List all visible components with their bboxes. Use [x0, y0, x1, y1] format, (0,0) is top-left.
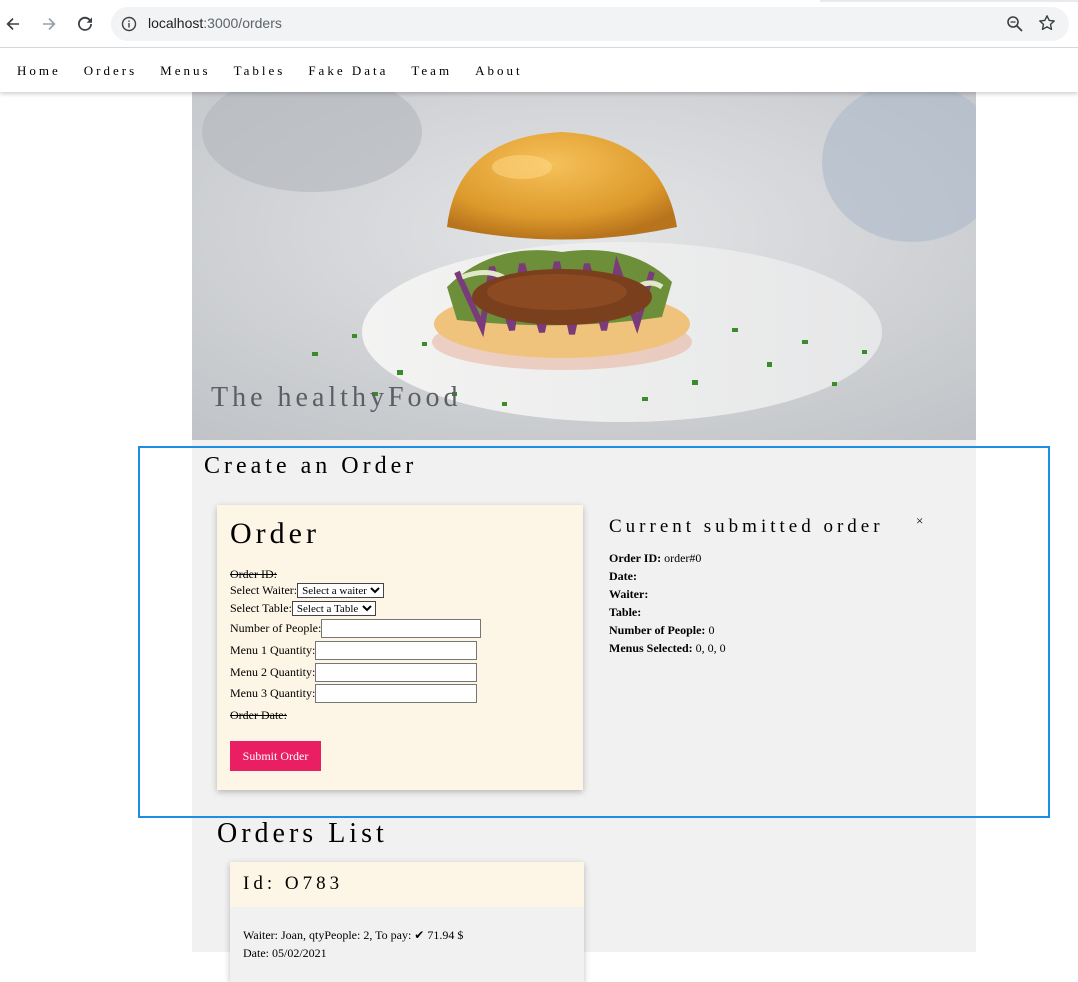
nav-fake-data[interactable]: Fake Data — [308, 63, 388, 79]
waiter-label: Select Waiter: — [230, 583, 298, 597]
summary-title: Current submitted order — [609, 516, 884, 537]
nav-team[interactable]: Team — [411, 63, 452, 79]
summary-people-label: Number of People: — [609, 623, 706, 637]
menu3-field: Menu 3 Quantity: — [230, 684, 478, 703]
summary-table: Table: — [609, 605, 641, 620]
order-list-card[interactable]: Id: O783 Waiter: Joan, qtyPeople: 2, To … — [230, 862, 584, 982]
create-order-heading: Create an Order — [204, 453, 418, 479]
summary-order-id-label: Order ID: — [609, 551, 662, 565]
forward-arrow-icon[interactable] — [37, 12, 61, 36]
url-path: :3000/orders — [203, 15, 282, 31]
summary-menus-label: Menus Selected: — [609, 641, 693, 655]
browser-toolbar: localhost:3000/orders — [0, 0, 1078, 48]
order-form-title: Order — [230, 517, 320, 550]
orders-list-heading: Orders List — [217, 818, 388, 849]
menu2-field: Menu 2 Quantity: — [230, 663, 478, 682]
menu1-field: Menu 1 Quantity: — [230, 641, 478, 660]
summary-order-id: Order ID: order#0 — [609, 551, 701, 566]
summary-people: Number of People: 0 — [609, 623, 714, 638]
people-label: Number of People: — [230, 621, 322, 635]
current-order-summary: Current submitted order × Order ID: orde… — [609, 513, 949, 655]
submit-order-button[interactable]: Submit Order — [230, 741, 321, 771]
url-host: localhost — [148, 15, 204, 31]
summary-menus: Menus Selected: 0, 0, 0 — [609, 641, 726, 656]
nav-orders[interactable]: Orders — [84, 63, 137, 79]
waiter-field: Select Waiter: Select a waiter — [230, 583, 385, 598]
order-id-label: Order ID: — [230, 567, 277, 581]
zoom-icon[interactable] — [1006, 15, 1024, 33]
table-select[interactable]: Select a Table — [291, 601, 376, 616]
summary-people-value: 0 — [708, 623, 715, 637]
tab-strip — [0, 0, 1078, 4]
reload-icon[interactable] — [73, 12, 97, 36]
info-icon[interactable] — [121, 16, 137, 32]
order-card-detail: Waiter: Joan, qtyPeople: 2, To pay: ✔ 71… — [243, 928, 464, 942]
nav-menus[interactable]: Menus — [160, 63, 210, 79]
order-date-label: Order Date: — [230, 708, 287, 722]
menu1-quantity-input[interactable] — [315, 641, 478, 660]
summary-order-id-value: order#0 — [664, 551, 702, 565]
summary-date: Date: — [609, 569, 637, 584]
hero-banner: The healthyFood — [192, 92, 976, 440]
close-icon[interactable]: × — [916, 513, 923, 529]
menu2-label: Menu 2 Quantity: — [230, 665, 316, 679]
bookmark-star-icon[interactable] — [1038, 14, 1056, 32]
menu2-quantity-input[interactable] — [315, 663, 478, 682]
order-card-id: Id: O783 — [243, 873, 344, 894]
nav-about[interactable]: About — [475, 63, 523, 79]
hero-title: The healthyFood — [211, 382, 462, 413]
nav-home[interactable]: Home — [17, 63, 61, 79]
nav-tables[interactable]: Tables — [234, 63, 286, 79]
summary-date-label: Date: — [609, 569, 637, 583]
summary-waiter-label: Waiter: — [609, 587, 649, 601]
table-label: Select Table: — [230, 601, 292, 615]
order-form-card: Order Order ID: Select Waiter: Select a … — [217, 505, 583, 790]
table-field: Select Table: Select a Table — [230, 601, 376, 616]
site-navbar: Home Orders Menus Tables Fake Data Team … — [0, 48, 1078, 92]
menu1-label: Menu 1 Quantity: — [230, 643, 316, 657]
order-card-date: Date: 05/02/2021 — [243, 946, 327, 960]
menu3-label: Menu 3 Quantity: — [230, 686, 316, 700]
waiter-select[interactable]: Select a waiter — [297, 583, 385, 598]
order-card-header: Id: O783 — [230, 862, 584, 907]
url-text: localhost:3000/orders — [148, 15, 282, 31]
summary-table-label: Table: — [609, 605, 642, 619]
summary-waiter: Waiter: — [609, 587, 648, 602]
address-bar[interactable]: localhost:3000/orders — [111, 7, 1069, 41]
active-tab-edge — [820, 0, 1078, 2]
nav-menu: Home Orders Menus Tables Fake Data Team … — [17, 63, 546, 79]
people-field: Number of People: — [230, 619, 482, 638]
summary-menus-value: 0, 0, 0 — [695, 641, 726, 655]
main-container: The healthyFood Create an Order Order Or… — [192, 92, 976, 982]
menu3-quantity-input[interactable] — [315, 684, 478, 703]
back-arrow-icon[interactable] — [1, 12, 25, 36]
people-input[interactable] — [321, 619, 482, 638]
